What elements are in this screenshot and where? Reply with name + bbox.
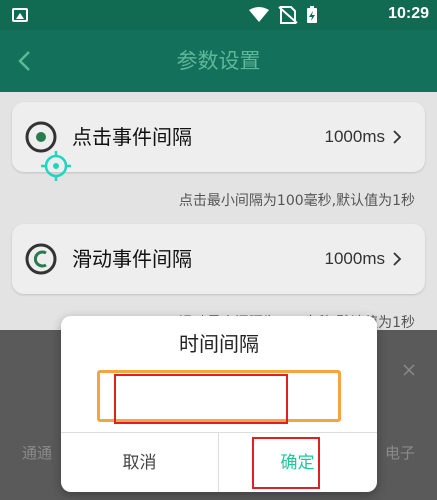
swipe-interval-card[interactable]: 滑动事件间隔 1000ms [12,224,425,294]
chevron-right-icon [393,252,402,266]
click-target-icon [25,121,57,153]
status-bar: 10:29 [0,0,437,30]
no-sim-icon [278,6,298,24]
click-interval-label: 点击事件间隔 [72,125,192,149]
banner-text-left: 通通 [22,444,53,462]
swipe-icon [25,243,57,275]
image-notification-icon [12,8,28,22]
wifi-icon [249,7,269,22]
chevron-right-icon [393,130,402,144]
status-icons [249,6,317,24]
battery-charging-icon [307,6,317,23]
status-time: 10:29 [388,5,429,22]
confirm-button[interactable]: 确定 [219,433,376,492]
app-bar: 参数设置 [0,30,437,92]
cancel-button[interactable]: 取消 [61,433,218,492]
swipe-interval-value: 1000ms [324,249,385,268]
interval-input[interactable] [97,370,341,422]
crosshair-icon [41,151,71,181]
click-interval-card[interactable]: 点击事件间隔 1000ms [12,102,425,172]
click-interval-hint: 点击最小间隔为100毫秒,默认值为1秒 [178,193,415,209]
close-icon[interactable] [403,364,415,376]
page-title: 参数设置 [176,49,261,73]
banner-text-right: 电子 [384,444,415,462]
time-interval-dialog: 时间间隔 取消 确定 [61,316,377,492]
click-interval-value: 1000ms [324,127,385,146]
dialog-title: 时间间隔 [179,332,259,356]
swipe-interval-label: 滑动事件间隔 [72,247,192,271]
